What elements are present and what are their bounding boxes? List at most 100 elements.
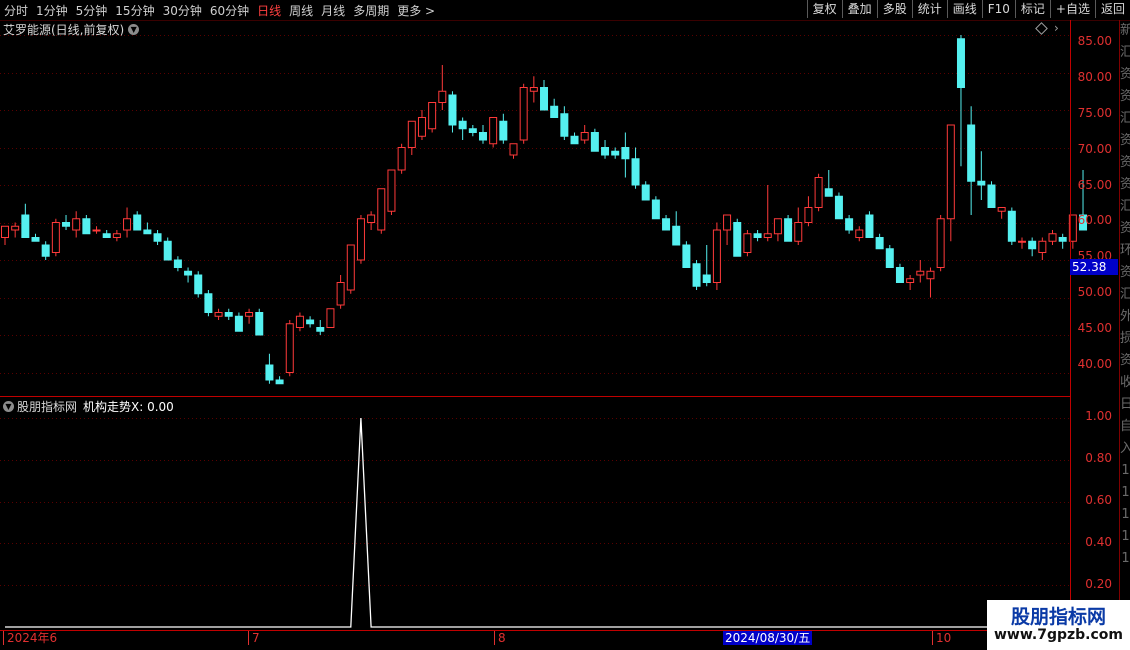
candle-body — [1058, 237, 1067, 242]
side-strip-char: 1 — [1121, 485, 1130, 500]
candle-body — [173, 259, 182, 268]
candle-body — [885, 248, 894, 268]
side-strip-char: 入 — [1120, 438, 1130, 460]
candle-body — [306, 319, 315, 325]
side-panel-strip[interactable]: 新汇资资汇资资资汇资环资汇外损资收日自入11111 — [1119, 20, 1130, 630]
candle — [956, 35, 965, 167]
candle — [478, 125, 487, 144]
candle-body — [519, 87, 528, 141]
candle-body — [265, 364, 274, 381]
candle-body — [672, 225, 681, 246]
candle — [275, 376, 284, 385]
candle-body — [224, 312, 233, 317]
candle — [1028, 237, 1037, 257]
price-axis: 85.00 80.00 75.00 70.00 65.00 60.00 55.0… — [1070, 20, 1118, 395]
candle — [133, 211, 142, 231]
candle — [712, 222, 721, 290]
candle — [367, 211, 376, 230]
candle-body — [184, 270, 193, 276]
side-strip-char: 汇 — [1120, 108, 1130, 130]
candle-body — [794, 222, 803, 242]
candle — [397, 143, 406, 174]
side-strip-char: 损 — [1120, 328, 1130, 350]
candle — [173, 256, 182, 272]
candle-body — [1, 225, 9, 238]
candle-body — [397, 147, 406, 171]
candle-body — [112, 233, 121, 238]
indicator-tick: 0.40 — [1085, 535, 1112, 549]
candle-body — [824, 188, 833, 197]
candle-body — [438, 90, 447, 103]
date-label: 8 — [494, 631, 506, 645]
candle-body — [295, 315, 304, 328]
candle — [702, 245, 711, 287]
candle-body — [814, 177, 823, 208]
candle-body — [784, 218, 793, 242]
side-strip-char: 资 — [1120, 152, 1130, 174]
price-tick: 65.00 — [1077, 178, 1112, 192]
indicator-grid — [0, 418, 1070, 586]
side-strip-char: 资 — [1120, 350, 1130, 372]
side-strip-char: 1 — [1121, 551, 1130, 566]
candle — [895, 263, 904, 283]
candle — [214, 308, 223, 320]
candle-body — [997, 207, 1006, 212]
candle-body — [123, 218, 132, 231]
date-label: 2024年6 — [3, 631, 57, 645]
candle — [784, 215, 793, 242]
candle — [1048, 230, 1057, 245]
candle-body — [733, 222, 742, 257]
candle-body — [1018, 240, 1026, 243]
candle-body — [51, 222, 60, 253]
candle-body — [641, 184, 650, 201]
candle-body — [234, 315, 243, 332]
candle — [641, 181, 650, 201]
indicator-series — [5, 417, 1083, 628]
candle — [723, 214, 732, 245]
candle-body — [387, 169, 396, 212]
candle — [377, 188, 386, 234]
candle — [224, 308, 233, 320]
candle-body — [428, 102, 437, 130]
candlestick-chart[interactable] — [0, 0, 1130, 650]
candle-body — [916, 270, 925, 276]
candle-body — [773, 218, 782, 235]
side-strip-char: 资 — [1120, 64, 1130, 86]
candle-body — [62, 222, 71, 227]
candle — [519, 83, 528, 144]
candle-body — [763, 233, 772, 238]
candle — [194, 271, 203, 298]
candle — [509, 143, 518, 159]
candles — [1, 35, 1088, 385]
chevron-down-icon[interactable]: ▼ — [3, 400, 14, 412]
candle-body — [275, 379, 284, 385]
candle — [997, 207, 1006, 219]
candle — [265, 353, 274, 384]
candle — [672, 211, 681, 246]
candle — [967, 106, 976, 215]
watermark-url: www.7gpzb.com — [993, 627, 1123, 643]
candle — [285, 320, 294, 377]
candle — [540, 80, 549, 111]
side-strip-char: 资 — [1120, 262, 1130, 284]
side-strip-char: 资 — [1120, 218, 1130, 240]
candle-body — [692, 263, 701, 287]
candle — [204, 290, 213, 317]
candle-body — [651, 199, 660, 220]
candle-body — [285, 323, 294, 373]
indicator-line — [5, 417, 1083, 628]
candle-body — [377, 188, 386, 231]
indicator-value: 机构走势X: 0.00 — [83, 399, 174, 414]
candle-body — [1007, 210, 1016, 242]
side-strip-char: 资 — [1120, 86, 1130, 108]
candle-body — [560, 113, 569, 137]
candle — [916, 260, 925, 283]
candle — [651, 196, 660, 220]
candle — [733, 218, 742, 257]
date-axis: 2024年6 7 8 2024/08/30/五 10 — [0, 630, 1120, 650]
candle-body — [855, 229, 864, 238]
indicator-title: ▼ 股朋指标网 机构走势X: 0.00 — [3, 398, 174, 414]
candle — [977, 151, 986, 200]
indicator-name: 股朋指标网 — [17, 399, 78, 414]
candle — [631, 147, 640, 189]
